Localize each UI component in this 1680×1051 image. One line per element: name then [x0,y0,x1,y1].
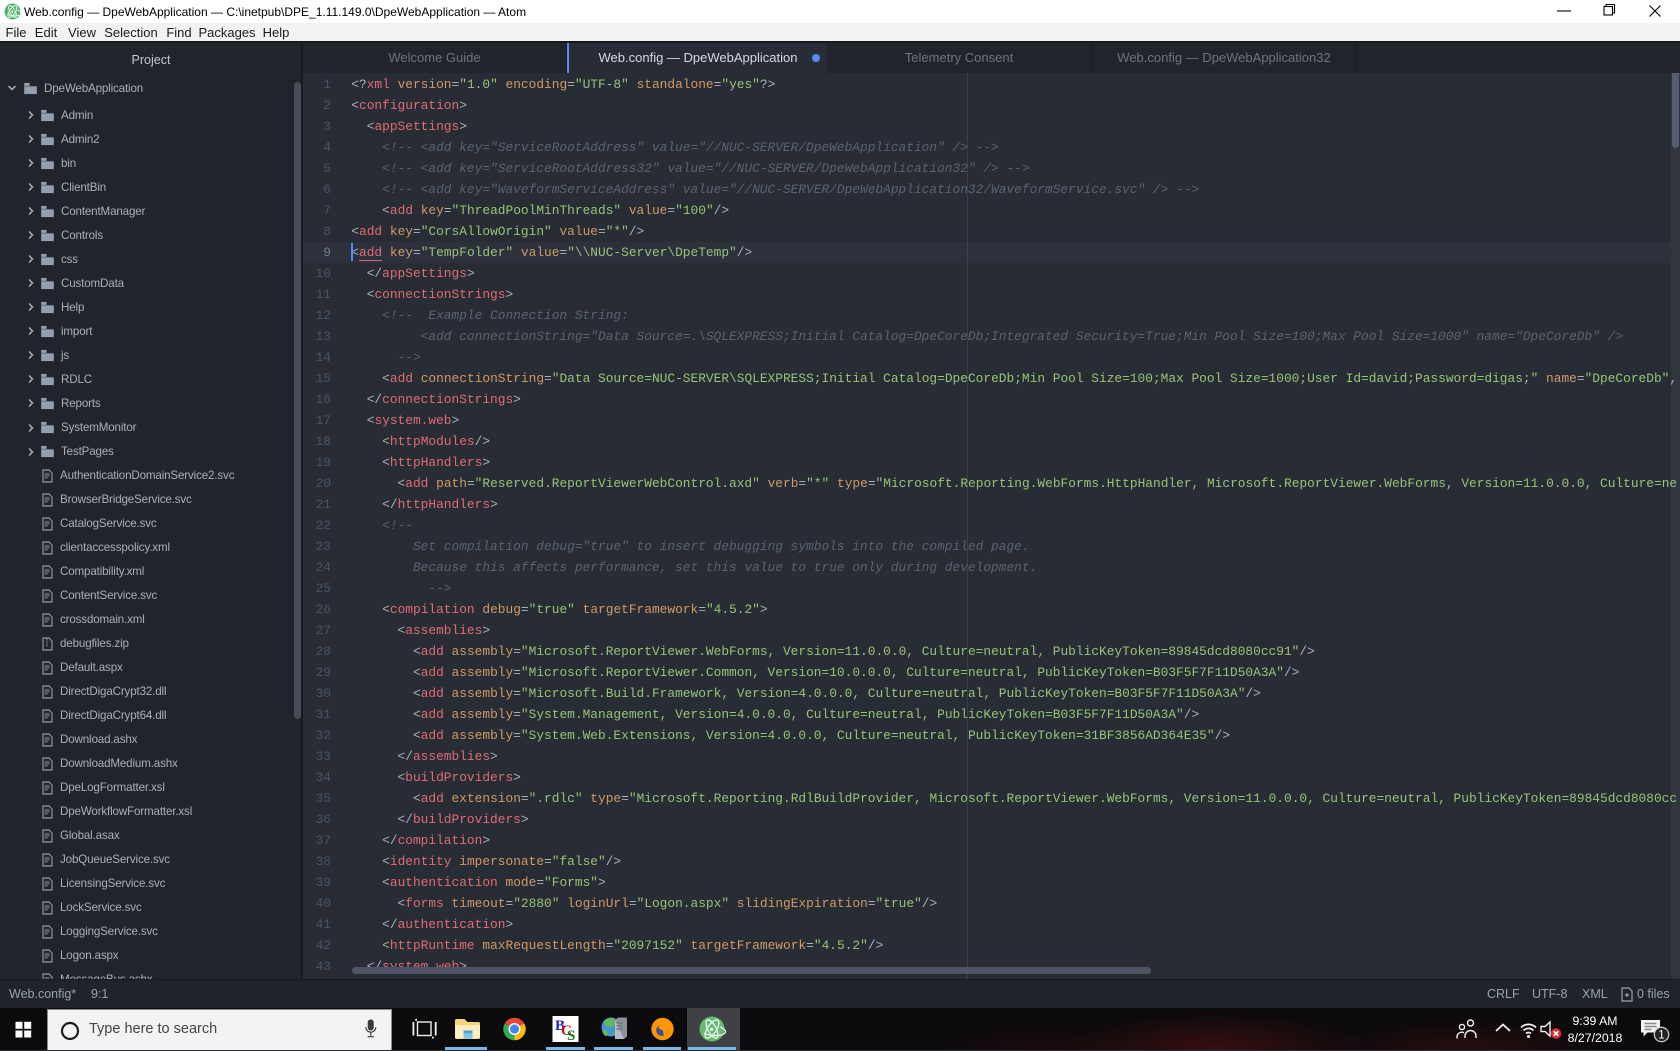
svg-text:1: 1 [1658,1030,1664,1042]
svg-text:S: S [567,1028,575,1044]
